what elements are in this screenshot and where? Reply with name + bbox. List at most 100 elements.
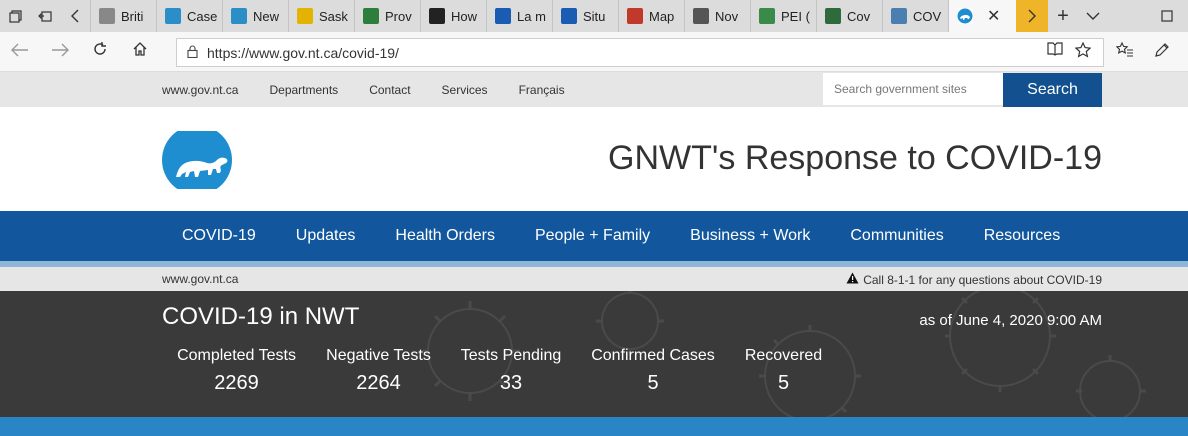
address-bar-row: https://www.gov.nt.ca/covid-19/	[0, 32, 1188, 72]
browser-tab-label: COV	[913, 8, 942, 24]
util-link-contact[interactable]: Contact	[369, 83, 410, 97]
browser-tab-label: Sask	[319, 8, 348, 24]
stat-label: Recovered	[744, 347, 823, 364]
browser-tab[interactable]: La m	[486, 0, 552, 32]
util-link-francais[interactable]: Français	[519, 83, 565, 97]
gnwt-bear-icon	[957, 8, 973, 24]
browser-tab[interactable]: Case	[156, 0, 222, 32]
nav-communities[interactable]: Communities	[830, 211, 963, 261]
tab-strip-right: +	[1048, 0, 1108, 32]
browser-tab-label: Situ	[583, 8, 606, 24]
quebec-icon	[561, 8, 577, 24]
stat-value: 5	[777, 372, 790, 394]
tab-active-gnwt[interactable]: ✕	[948, 0, 1016, 32]
browser-tab[interactable]: PEI (	[750, 0, 816, 32]
stat-tests-pending: Tests Pending 33	[460, 347, 562, 395]
refresh-icon[interactable]	[80, 41, 120, 62]
set-tabs-aside-icon[interactable]	[30, 0, 60, 32]
stats-date: as of June 4, 2020 9:00 AM	[919, 312, 1102, 329]
browser-tab-label: La m	[517, 8, 546, 24]
close-tab-icon[interactable]: ✕	[987, 6, 1000, 26]
wheat-icon	[297, 8, 313, 24]
utility-bar: www.gov.nt.ca Departments Contact Servic…	[0, 72, 1188, 107]
home-icon[interactable]	[120, 41, 160, 62]
lock-icon[interactable]	[177, 44, 207, 61]
nav-covid-19[interactable]: COVID-19	[162, 211, 276, 261]
browser-tab[interactable]: Briti	[90, 0, 156, 32]
search-input[interactable]	[823, 73, 1003, 105]
nav-people-family[interactable]: People + Family	[515, 211, 670, 261]
pen-notes-icon[interactable]	[1154, 42, 1170, 63]
favorites-list-icon[interactable]	[1115, 41, 1134, 63]
restore-window-icon[interactable]	[1146, 0, 1188, 32]
main-nav: COVID-19 Updates Health Orders People + …	[0, 211, 1188, 261]
reading-view-icon[interactable]	[1047, 42, 1063, 63]
tab-manager-icon[interactable]	[0, 0, 30, 32]
url-field[interactable]: https://www.gov.nt.ca/covid-19/	[176, 38, 1104, 67]
stat-label: Tests Pending	[460, 347, 562, 364]
new-tab-icon[interactable]: +	[1048, 5, 1078, 28]
browser-tab-label: PEI (	[781, 8, 810, 24]
util-link-services[interactable]: Services	[442, 83, 488, 97]
browser-tab-label: Map	[649, 8, 675, 24]
newbrunswick-icon	[627, 8, 643, 24]
nunavut-icon	[891, 8, 907, 24]
warning-icon	[846, 272, 859, 287]
browser-tab[interactable]: How	[420, 0, 486, 32]
browser-tab-label: Case	[187, 8, 218, 24]
manitoba-icon	[363, 8, 379, 24]
back-icon[interactable]	[0, 41, 40, 62]
document-icon	[99, 8, 115, 24]
browser-tab-label: Prov	[385, 8, 412, 24]
browser-tab[interactable]: New	[222, 0, 288, 32]
util-link-home[interactable]: www.gov.nt.ca	[162, 83, 238, 97]
stat-value: 33	[499, 372, 523, 394]
browser-tab[interactable]: Sask	[288, 0, 354, 32]
search-button[interactable]: Search	[1003, 73, 1102, 107]
browser-tab[interactable]: Cov	[816, 0, 882, 32]
covid-stats-panel: COVID-19 in NWT as of June 4, 2020 9:00 …	[0, 291, 1188, 417]
browser-tab[interactable]: Situ	[552, 0, 618, 32]
site-header: GNWT's Response to COVID-19	[0, 107, 1188, 211]
alert-text: Call 8-1-1 for any questions about COVID…	[863, 272, 1102, 287]
stat-confirmed-cases: Confirmed Cases 5	[590, 347, 716, 395]
browser-tab[interactable]: Prov	[354, 0, 420, 32]
utility-links: www.gov.nt.ca Departments Contact Servic…	[162, 72, 565, 107]
tab-preview-chevron-icon[interactable]	[1078, 8, 1108, 24]
nav-business-work[interactable]: Business + Work	[670, 211, 830, 261]
nav-updates[interactable]: Updates	[276, 211, 376, 261]
browser-tab[interactable]: Nov	[684, 0, 750, 32]
stat-completed-tests: Completed Tests 2269	[176, 347, 297, 395]
ontario-icon	[429, 8, 445, 24]
quebec-icon	[495, 8, 511, 24]
stat-recovered: Recovered 5	[744, 347, 823, 395]
yukon-icon	[825, 8, 841, 24]
breadcrumb[interactable]: www.gov.nt.ca	[162, 272, 238, 286]
util-link-departments[interactable]: Departments	[269, 83, 338, 97]
browser-tab-label: How	[451, 8, 478, 24]
footer-strip	[0, 417, 1188, 436]
stat-label: Confirmed Cases	[591, 347, 715, 364]
favorite-star-icon[interactable]	[1074, 41, 1092, 63]
nav-health-orders[interactable]: Health Orders	[375, 211, 515, 261]
stat-label: Completed Tests	[177, 347, 296, 364]
nav-resources[interactable]: Resources	[964, 211, 1080, 261]
stats-title: COVID-19 in NWT	[162, 303, 360, 330]
browser-tab-label: Briti	[121, 8, 144, 24]
stat-label: Negative Tests	[326, 347, 431, 364]
scroll-tabs-right-icon[interactable]	[1016, 0, 1048, 32]
browser-tab[interactable]: Map	[618, 0, 684, 32]
browser-tab[interactable]: COV	[882, 0, 948, 32]
alert-message: Call 8-1-1 for any questions about COVID…	[846, 272, 1102, 287]
forward-icon[interactable]	[40, 41, 80, 62]
page-title: GNWT's Response to COVID-19	[608, 139, 1102, 177]
tab-list: Briti Case New Sask Prov How La m Situ Map Nov PEI…	[90, 0, 948, 32]
novascotia-icon	[693, 8, 709, 24]
scroll-tabs-left-icon[interactable]	[60, 0, 90, 32]
gnwt-logo[interactable]	[162, 125, 233, 195]
pei-icon	[759, 8, 775, 24]
browser-tab-label: Cov	[847, 8, 871, 24]
breadcrumb-bar: www.gov.nt.ca Call 8-1-1 for any questio…	[0, 267, 1188, 291]
url-text[interactable]: https://www.gov.nt.ca/covid-19/	[207, 45, 1047, 61]
alberta-icon	[165, 8, 181, 24]
